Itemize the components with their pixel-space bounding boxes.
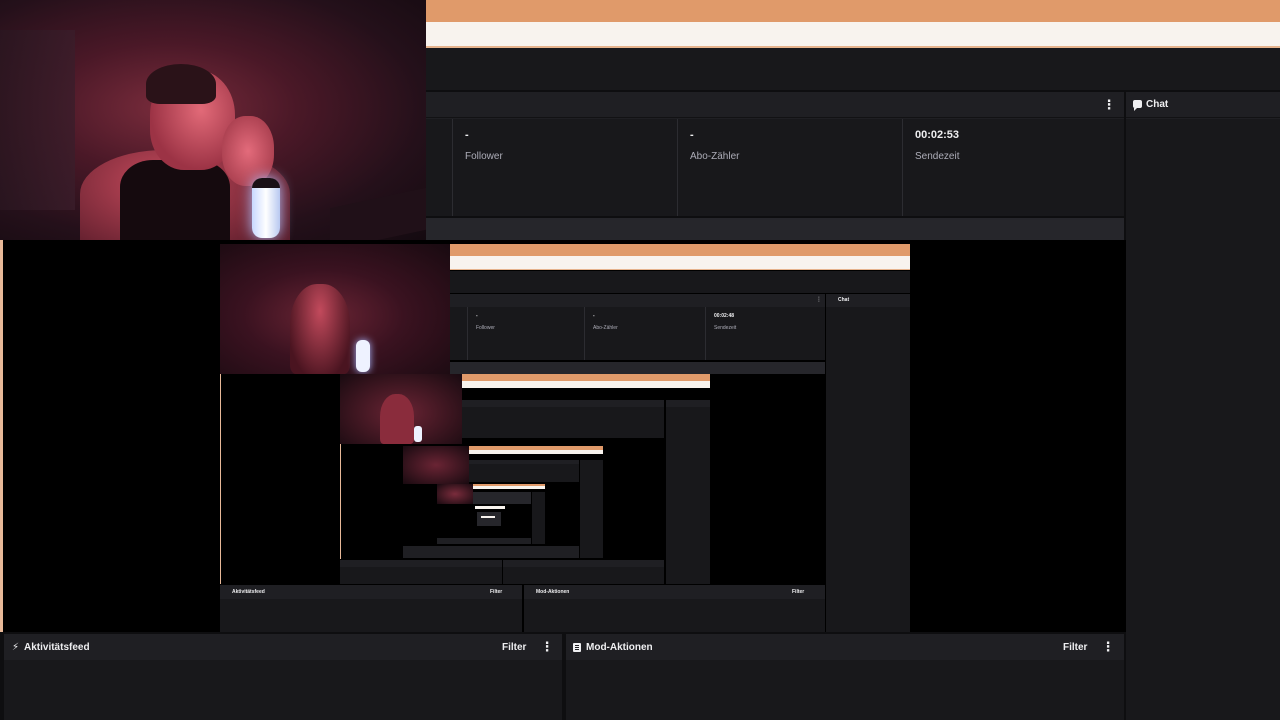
- nested-follower-label: Follower: [476, 325, 495, 331]
- chat-panel: Chat: [1126, 92, 1280, 720]
- mod-actions-header: Mod-Aktionen Filter ⋮: [566, 634, 1124, 660]
- nested-follower-value: -: [476, 313, 478, 319]
- chat-title: Chat: [1146, 99, 1169, 110]
- nested-uptime-value: 00:02:48: [714, 313, 735, 319]
- nested-subbar: [450, 362, 825, 374]
- nested-person-2: [380, 394, 414, 444]
- nested-chat-3: [580, 460, 603, 558]
- stat-cell-subscribers: - Abo-Zähler: [678, 119, 903, 216]
- nested-stats: - Follower - Abo-Zähler 00:02:48 Sendeze…: [450, 294, 825, 360]
- activity-feed-header: ⚡ Aktivitätsfeed Filter ⋮: [4, 634, 562, 660]
- uptime-label: Sendezeit: [915, 151, 960, 162]
- stats-panel-header: ⋮: [426, 92, 1124, 118]
- nested-chat: [826, 294, 910, 632]
- mod-actions-filter-button[interactable]: Filter: [1063, 642, 1087, 653]
- nested-activity-feed-title: Aktivitätsfeed: [232, 589, 265, 595]
- nested-subscriber-value: -: [593, 313, 595, 319]
- chat-panel-header: Chat: [1126, 92, 1280, 118]
- nested-webcam-4: [437, 484, 473, 504]
- nested-stat-cell: 00:02:48 Sendezeit: [706, 307, 825, 360]
- nested-accent-bar: [450, 244, 910, 256]
- nested-mod-filter: Filter: [792, 589, 805, 595]
- stat-cell-followers: - Follower: [453, 119, 678, 216]
- subscriber-count-value: -: [690, 129, 694, 141]
- nested-capture-level-4: [437, 484, 545, 544]
- nested-lamp-2: [414, 426, 422, 442]
- nested-uptime-label: Sendezeit: [714, 325, 737, 331]
- lamp-cap: [252, 178, 280, 188]
- nested-chat-2: [666, 400, 710, 584]
- person-hair: [146, 64, 216, 104]
- nested-lamp: [356, 340, 370, 372]
- chat-body[interactable]: [1126, 119, 1280, 720]
- nested-webcam-3: [403, 446, 469, 484]
- nested-stat-cell: [450, 307, 468, 360]
- follower-label: Follower: [465, 151, 503, 162]
- stat-cell-uptime: 00:02:53 Sendezeit: [903, 119, 1124, 216]
- person-shirt: [120, 160, 230, 240]
- mod-actions-title: Mod-Aktionen: [586, 642, 653, 653]
- activity-feed-panel: ⚡ Aktivitätsfeed Filter ⋮: [4, 634, 562, 720]
- nested-footer-4: [437, 538, 531, 544]
- nested-stats-5: [477, 512, 501, 526]
- chat-icon: [1133, 100, 1142, 111]
- nested-mod-actions-2: [503, 560, 664, 584]
- nested-activity-filter: Filter: [490, 589, 503, 595]
- activity-feed-title: Aktivitätsfeed: [24, 642, 90, 653]
- nested-nav: [450, 271, 910, 293]
- nested-light-bar-5: [475, 506, 505, 509]
- top-light-bar: [426, 22, 1280, 48]
- person-hand: [222, 116, 274, 186]
- uptime-value: 00:02:53: [915, 129, 960, 141]
- stream-stats-panel: ⋮ - Follower - Abo-Zähler 00:02:53 Sende…: [426, 92, 1124, 216]
- document-icon: [573, 643, 581, 652]
- nested-light-bar-6: [481, 516, 495, 518]
- kebab-icon[interactable]: ⋮: [540, 640, 554, 654]
- nested-light-bar-4: [473, 486, 545, 489]
- nested-footer-3: [403, 546, 579, 558]
- subscriber-count-label: Abo-Zähler: [690, 151, 740, 162]
- kebab-icon[interactable]: ⋮: [1102, 98, 1116, 112]
- nested-subscriber-label: Abo-Zähler: [593, 325, 618, 331]
- nested-stats-2: [462, 400, 664, 438]
- nested-stat-cell: - Abo-Zähler: [585, 307, 706, 360]
- nested-light-bar-3: [469, 450, 603, 454]
- lightning-icon: ⚡: [12, 642, 20, 653]
- nested-activity-feed: [220, 585, 522, 632]
- background-shelf: [0, 30, 75, 210]
- keyboard: [330, 187, 426, 240]
- webcam-video: [0, 0, 426, 240]
- kebab-icon[interactable]: ⋮: [1101, 640, 1115, 654]
- preview-edge: [0, 240, 3, 632]
- activity-feed-filter-button[interactable]: Filter: [502, 642, 526, 653]
- nested-activity-feed-2: [340, 560, 502, 584]
- nested-person: [290, 284, 350, 374]
- nested-stats-3: [469, 460, 579, 482]
- nested-light-bar: [450, 256, 910, 270]
- follower-value: -: [465, 129, 469, 141]
- nested-webcam: [220, 244, 450, 374]
- nested-accent-bar-2: [462, 374, 710, 381]
- nested-stat-cell: - Follower: [468, 307, 585, 360]
- nested-stats-4: [473, 492, 531, 504]
- mod-actions-panel: Mod-Aktionen Filter ⋮: [566, 634, 1124, 720]
- top-accent-bar: [426, 0, 1280, 22]
- top-navigation: [426, 48, 1280, 90]
- stat-cell-hidden: [426, 119, 453, 216]
- nested-kebab-icon: ⋮: [816, 297, 822, 303]
- nested-webcam-2: [340, 374, 462, 444]
- nested-light-bar-2: [462, 381, 710, 388]
- nested-chat-4: [532, 492, 545, 544]
- stream-preview[interactable]: - Follower - Abo-Zähler 00:02:48 Sendeze…: [0, 240, 1126, 632]
- nested-mod-actions-title: Mod-Aktionen: [536, 589, 570, 595]
- nested-chat-title: Chat: [838, 297, 850, 303]
